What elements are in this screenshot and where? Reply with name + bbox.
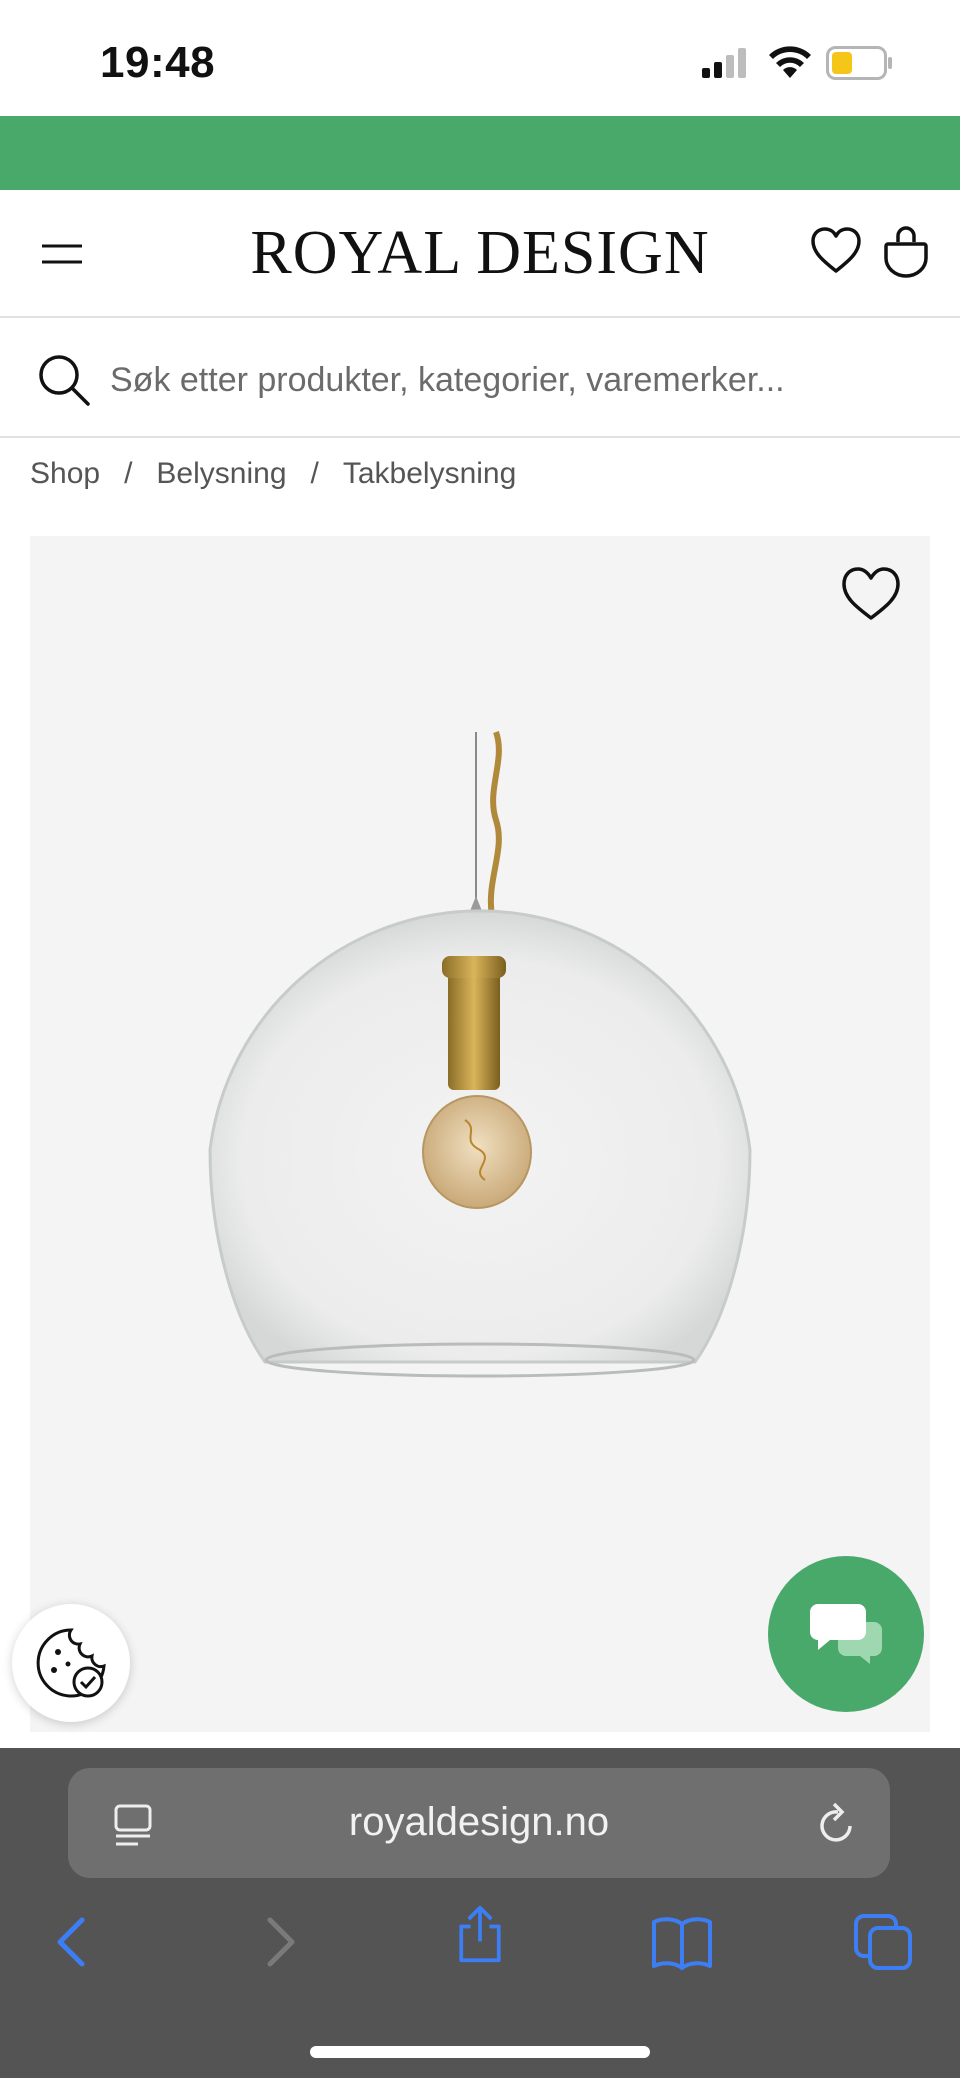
cellular-signal-icon bbox=[702, 48, 746, 78]
heart-icon[interactable] bbox=[810, 226, 862, 276]
wifi-icon bbox=[769, 46, 811, 78]
site-logo[interactable]: ROYAL DESIGN bbox=[200, 218, 760, 289]
url-text[interactable]: royaldesign.no bbox=[188, 1800, 770, 1845]
forward-arrow-icon[interactable] bbox=[248, 1912, 312, 1972]
breadcrumb: Shop / Belysning / Takbelysning bbox=[30, 454, 516, 494]
chat-button[interactable] bbox=[768, 1556, 924, 1712]
hamburger-menu-icon[interactable] bbox=[38, 234, 86, 274]
breadcrumb-separator: / bbox=[124, 457, 133, 490]
pendant-lamp-image bbox=[208, 730, 752, 1378]
page: 19:48 ROYAL DESIGN Søk etter produkter, … bbox=[0, 0, 960, 2078]
status-time: 19:48 bbox=[100, 38, 216, 87]
reload-icon[interactable] bbox=[812, 1800, 860, 1848]
breadcrumb-separator: / bbox=[310, 457, 319, 490]
promo-bar bbox=[0, 116, 960, 190]
address-bar[interactable]: royaldesign.no bbox=[68, 1768, 890, 1878]
status-bar: 19:48 bbox=[0, 0, 960, 116]
bookmarks-icon[interactable] bbox=[650, 1912, 714, 1972]
chat-bubbles-icon bbox=[810, 1604, 882, 1664]
page-menu-icon[interactable] bbox=[112, 1802, 156, 1848]
search-icon[interactable] bbox=[36, 352, 92, 408]
site-header: ROYAL DESIGN bbox=[0, 190, 960, 318]
battery-icon bbox=[826, 46, 892, 80]
heart-icon[interactable] bbox=[840, 566, 902, 624]
share-icon[interactable] bbox=[448, 1904, 512, 1964]
search-input[interactable] bbox=[110, 352, 930, 408]
breadcrumb-item-shop[interactable]: Shop bbox=[30, 457, 100, 491]
shopping-bag-icon[interactable] bbox=[882, 224, 930, 278]
cookie-settings-button[interactable] bbox=[12, 1604, 130, 1722]
back-arrow-icon[interactable] bbox=[40, 1912, 104, 1972]
breadcrumb-item-belysning[interactable]: Belysning bbox=[156, 457, 286, 491]
breadcrumb-item-takbelysning[interactable]: Takbelysning bbox=[343, 457, 516, 491]
search-bar bbox=[0, 320, 960, 438]
cookie-check-icon bbox=[36, 1628, 106, 1698]
home-indicator bbox=[310, 2046, 650, 2058]
tabs-icon[interactable] bbox=[852, 1912, 916, 1972]
